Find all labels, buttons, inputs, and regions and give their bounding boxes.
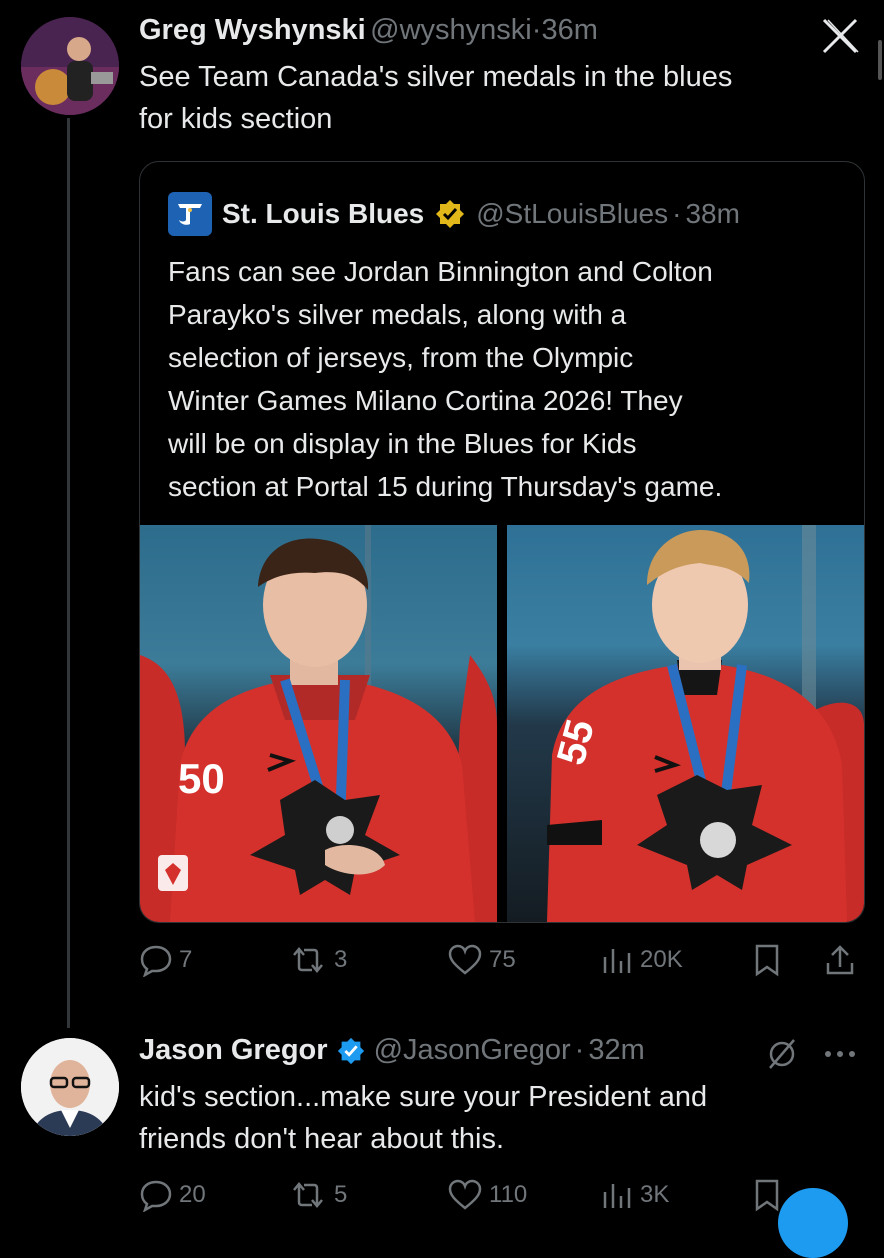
quoted-tweet-text: Fans can see Jordan Binnington and Colto… <box>168 250 858 508</box>
quoted-tweet-card[interactable]: St. Louis Blues @StLouisBlues · 38m Fans c… <box>139 161 865 923</box>
author-handle[interactable]: @wyshynski <box>370 14 532 46</box>
quoted-text-line: selection of jerseys, from the Olympic <box>168 342 634 373</box>
quoted-text-line: Parayko's silver medals, along with a <box>168 299 627 330</box>
dot-separator: · <box>531 14 542 46</box>
reply-text-line: kid's section...make sure your President… <box>139 1081 708 1113</box>
reply-tweet-repost-count: 5 <box>334 1181 348 1208</box>
repost-icon <box>293 1182 323 1208</box>
share-button[interactable] <box>823 943 857 977</box>
like-count: 75 <box>489 946 516 973</box>
quoted-text-line: section at Portal 15 during Thursday's g… <box>168 471 723 502</box>
reply-button[interactable]: 7 <box>139 943 192 977</box>
repost-icon <box>293 947 323 973</box>
blues-logo <box>168 192 212 236</box>
reply-tweet-header: Jason Gregor @JasonGregor · 32m <box>139 1034 645 1067</box>
reply-tweet-reply-button[interactable]: 20 <box>139 1178 206 1212</box>
grok-icon[interactable] <box>764 1036 800 1072</box>
reply-icon <box>140 945 172 977</box>
verified-gold-icon <box>436 200 465 228</box>
reply-count: 7 <box>179 946 193 973</box>
tweet-header: Greg Wyshynski @wyshynski·36m <box>139 14 598 47</box>
compose-fab[interactable] <box>778 1188 848 1258</box>
more-options-icon[interactable] <box>822 1044 858 1064</box>
author-avatar[interactable] <box>21 17 119 115</box>
repost-button[interactable]: 3 <box>288 943 347 977</box>
bookmark-button[interactable] <box>752 943 782 977</box>
quoted-text-line: Fans can see Jordan Binnington and Colto… <box>168 256 713 287</box>
reply-tweet-like-count: 110 <box>489 1181 528 1208</box>
photo-binnington[interactable]: 50 <box>140 525 497 922</box>
reply-author-avatar[interactable] <box>21 1038 119 1136</box>
reply-tweet-views-count: 3K <box>640 1181 670 1208</box>
quoted-author-handle[interactable]: @StLouisBlues <box>476 198 668 230</box>
heart-icon <box>448 1179 482 1210</box>
views-button[interactable]: 20K <box>600 943 683 977</box>
reply-tweet-text: kid's section...make sure your President… <box>139 1076 859 1160</box>
quoted-author-name[interactable]: St. Louis Blues <box>222 198 424 230</box>
reply-tweet-time[interactable]: 32m <box>588 1034 644 1067</box>
dot-separator: · <box>672 198 682 229</box>
quoted-text-line: will be on display in the Blues for Kids <box>168 428 637 459</box>
reply-tweet-like-button[interactable]: 110 <box>447 1178 527 1212</box>
verified-blue-icon <box>337 1037 364 1064</box>
scrollbar[interactable] <box>878 40 882 80</box>
quoted-tweet-header: St. Louis Blues @StLouisBlues · 38m <box>168 192 740 236</box>
reply-tweet-reply-count: 20 <box>179 1181 206 1208</box>
author-name[interactable]: Greg Wyshynski <box>139 14 366 46</box>
share-icon <box>826 945 854 975</box>
reply-text-line: friends don't hear about this. <box>139 1123 505 1155</box>
bookmark-icon <box>755 1179 779 1212</box>
bookmark-icon <box>755 944 779 977</box>
views-icon <box>603 1184 631 1208</box>
reply-author-name[interactable]: Jason Gregor <box>139 1034 328 1067</box>
tweet-text: See Team Canada's silver medals in the b… <box>139 56 859 140</box>
views-icon <box>603 949 631 973</box>
quoted-tweet-time[interactable]: 38m <box>685 198 739 230</box>
repost-count: 3 <box>334 946 348 973</box>
reply-tweet-views-button[interactable]: 3K <box>600 1178 669 1212</box>
jersey-number-left: 50 <box>178 755 225 802</box>
photo-parayko[interactable]: 55 <box>507 525 864 922</box>
like-button[interactable]: 75 <box>447 943 516 977</box>
close-icon[interactable] <box>818 14 862 58</box>
views-count: 20K <box>640 946 683 973</box>
tweet-text-line: for kids section <box>139 103 333 135</box>
heart-icon <box>448 944 482 975</box>
thread-line <box>67 118 70 1028</box>
dot-separator: · <box>574 1034 585 1066</box>
tweet-time[interactable]: 36m <box>541 14 597 46</box>
tweet-text-line: See Team Canada's silver medals in the b… <box>139 61 733 93</box>
reply-tweet-repost-button[interactable]: 5 <box>288 1178 347 1212</box>
quoted-text-line: Winter Games Milano Cortina 2026! They <box>168 385 683 416</box>
reply-tweet-bookmark-button[interactable] <box>752 1178 782 1212</box>
reply-author-handle[interactable]: @JasonGregor <box>374 1034 571 1067</box>
reply-icon <box>140 1180 172 1212</box>
